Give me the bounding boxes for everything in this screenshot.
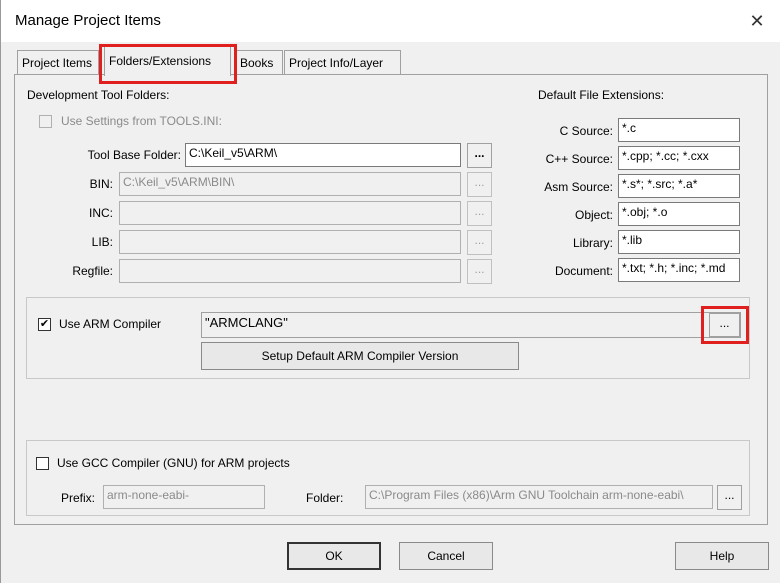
tab-project-items[interactable]: Project Items: [17, 50, 99, 74]
gcc-folder-field: C:\Program Files (x86)\Arm GNU Toolchain…: [365, 485, 713, 509]
object-label: Object:: [574, 208, 613, 222]
cpp-source-field[interactable]: *.cpp; *.cc; *.cxx: [618, 146, 740, 170]
bin-browse-button: ...: [467, 172, 492, 197]
library-label: Library:: [572, 236, 613, 250]
inc-label: INC:: [89, 206, 113, 220]
tab-books[interactable]: Books: [235, 50, 283, 74]
use-arm-compiler-checkbox[interactable]: ✔: [38, 318, 51, 331]
gcc-folder-browse-button[interactable]: ...: [717, 485, 742, 510]
help-button[interactable]: Help: [675, 542, 769, 570]
close-icon[interactable]: ✕: [745, 9, 769, 33]
regfile-label: Regfile:: [72, 264, 113, 278]
manage-project-items-dialog: Manage Project Items ✕ Project Items Fol…: [0, 0, 780, 583]
inc-field: [119, 201, 461, 225]
ok-button[interactable]: OK: [287, 542, 381, 570]
arm-compiler-browse-button[interactable]: ...: [709, 313, 740, 337]
asm-source-field[interactable]: *.s*; *.src; *.a*: [618, 174, 740, 198]
tab-project-info-layer[interactable]: Project Info/Layer: [284, 50, 401, 74]
c-source-field[interactable]: *.c: [618, 118, 740, 142]
regfile-field: [119, 259, 461, 283]
gcc-folder-label: Folder:: [306, 491, 344, 505]
document-label: Document:: [554, 264, 613, 278]
tab-folders-extensions[interactable]: Folders/Extensions: [104, 46, 231, 76]
tool-base-label: Tool Base Folder:: [87, 148, 181, 162]
regfile-browse-button: ...: [467, 259, 492, 284]
tool-base-field[interactable]: C:\Keil_v5\ARM\: [185, 143, 461, 167]
lib-browse-button: ...: [467, 230, 492, 255]
bin-field: C:\Keil_v5\ARM\BIN\: [119, 172, 461, 196]
arm-compiler-field: "ARMCLANG": [201, 312, 741, 338]
cpp-source-label: C++ Source:: [545, 152, 613, 166]
c-source-label: C Source:: [559, 124, 613, 138]
object-field[interactable]: *.obj; *.o: [618, 202, 740, 226]
asm-source-label: Asm Source:: [544, 180, 613, 194]
tool-base-browse-button[interactable]: ...: [467, 143, 492, 168]
library-field[interactable]: *.lib: [618, 230, 740, 254]
use-gcc-label: Use GCC Compiler (GNU) for ARM projects: [57, 456, 290, 470]
inc-browse-button: ...: [467, 201, 492, 226]
document-field[interactable]: *.txt; *.h; *.inc; *.md: [618, 258, 740, 282]
use-arm-compiler-label: Use ARM Compiler: [59, 317, 162, 331]
gcc-prefix-label: Prefix:: [61, 491, 96, 505]
gcc-prefix-field: arm-none-eabi-: [103, 485, 265, 509]
lib-field: [119, 230, 461, 254]
dialog-title: Manage Project Items: [15, 12, 161, 29]
lib-label: LIB:: [91, 235, 113, 249]
use-tools-ini-checkbox[interactable]: [39, 115, 52, 128]
setup-arm-compiler-button[interactable]: Setup Default ARM Compiler Version: [201, 342, 519, 370]
use-gcc-checkbox[interactable]: [36, 457, 49, 470]
extensions-heading: Default File Extensions:: [538, 88, 665, 102]
bin-label: BIN:: [89, 177, 113, 191]
dev-tool-folders-heading: Development Tool Folders:: [27, 88, 170, 102]
use-tools-ini-label: Use Settings from TOOLS.INI:: [61, 114, 222, 128]
title-bar: Manage Project Items ✕: [1, 0, 780, 42]
cancel-button[interactable]: Cancel: [399, 542, 493, 570]
